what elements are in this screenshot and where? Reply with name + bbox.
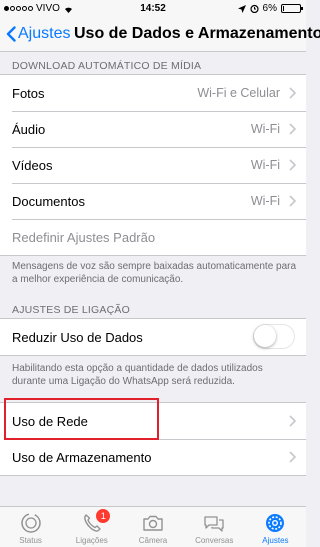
tab-label: Ajustes <box>262 536 289 545</box>
documents-label: Documentos <box>12 194 85 209</box>
tab-calls[interactable]: 1 Ligações <box>61 507 122 547</box>
toggle-knob <box>254 325 276 347</box>
status-right: 6% <box>237 3 303 14</box>
low-data-label: Reduzir Uso de Dados <box>12 330 143 345</box>
chevron-right-icon <box>289 87 296 99</box>
auto-download-header: DOWNLOAD AUTOMÁTICO DE MÍDIA <box>12 60 202 72</box>
low-data-row: Reduzir Uso de Dados <box>0 319 306 355</box>
storage-usage-label: Uso de Armazenamento <box>12 450 152 465</box>
back-label: Ajustes <box>18 25 71 42</box>
tab-label: Status <box>19 536 42 545</box>
auto-download-footer: Mensagens de voz são sempre baixadas aut… <box>12 261 297 285</box>
tab-bar: Status 1 Ligações Câmera Conversas Ajust… <box>0 506 306 547</box>
reset-defaults-label: Redefinir Ajustes Padrão <box>12 230 156 245</box>
alarm-icon <box>249 4 259 13</box>
tab-settings[interactable]: Ajustes <box>245 507 306 547</box>
chat-icon <box>204 516 224 532</box>
photos-row[interactable]: Fotos Wi-Fi e Celular <box>0 75 306 111</box>
page-title: Uso de Dados e Armazenamento <box>74 25 320 42</box>
audio-value: Wi-Fi <box>250 122 280 136</box>
navigation-bar: Ajustes Uso de Dados e Armazenamento <box>0 18 320 52</box>
call-settings-footer: Habilitando esta opção a quantidade de d… <box>12 363 263 387</box>
call-settings-group: Reduzir Uso de Dados <box>0 318 306 356</box>
camera-icon <box>143 515 163 531</box>
highlight-box <box>4 398 159 440</box>
photos-label: Fotos <box>12 86 45 101</box>
videos-label: Vídeos <box>12 158 53 173</box>
documents-value: Wi-Fi <box>250 194 280 208</box>
status-bar: VIVO 14:52 6% <box>0 0 306 18</box>
audio-row[interactable]: Áudio Wi-Fi <box>0 111 306 147</box>
gear-icon <box>266 514 285 532</box>
chevron-left-icon <box>6 26 16 42</box>
photos-value: Wi-Fi e Celular <box>197 86 280 100</box>
videos-value: Wi-Fi <box>250 158 280 172</box>
audio-label: Áudio <box>12 122 46 137</box>
tab-label: Câmera <box>138 536 168 545</box>
videos-row[interactable]: Vídeos Wi-Fi <box>0 147 306 183</box>
calls-badge: 1 <box>96 509 111 523</box>
tab-status[interactable]: Status <box>0 507 61 547</box>
reset-defaults-row[interactable]: Redefinir Ajustes Padrão <box>0 219 306 255</box>
tab-camera[interactable]: Câmera <box>122 507 183 547</box>
chevron-right-icon <box>289 159 296 171</box>
documents-row[interactable]: Documentos Wi-Fi <box>0 183 306 219</box>
back-button[interactable]: Ajustes <box>6 25 70 43</box>
chevron-right-icon <box>289 415 296 427</box>
chevron-right-icon <box>289 123 296 135</box>
tab-chats[interactable]: Conversas <box>184 507 245 547</box>
storage-usage-row[interactable]: Uso de Armazenamento <box>0 439 306 475</box>
call-settings-header: AJUSTES DE LIGAÇÃO <box>12 304 130 316</box>
tab-label: Conversas <box>195 536 234 545</box>
battery-percent: 6% <box>262 3 277 14</box>
chevron-right-icon <box>289 451 296 463</box>
auto-download-group: Fotos Wi-Fi e Celular Áudio Wi-Fi Vídeos… <box>0 74 306 256</box>
tab-label: Ligações <box>75 536 108 545</box>
status-icon <box>20 513 41 533</box>
battery-icon <box>281 4 303 13</box>
location-icon <box>237 4 246 13</box>
chevron-right-icon <box>289 195 296 207</box>
low-data-toggle[interactable] <box>253 324 295 349</box>
